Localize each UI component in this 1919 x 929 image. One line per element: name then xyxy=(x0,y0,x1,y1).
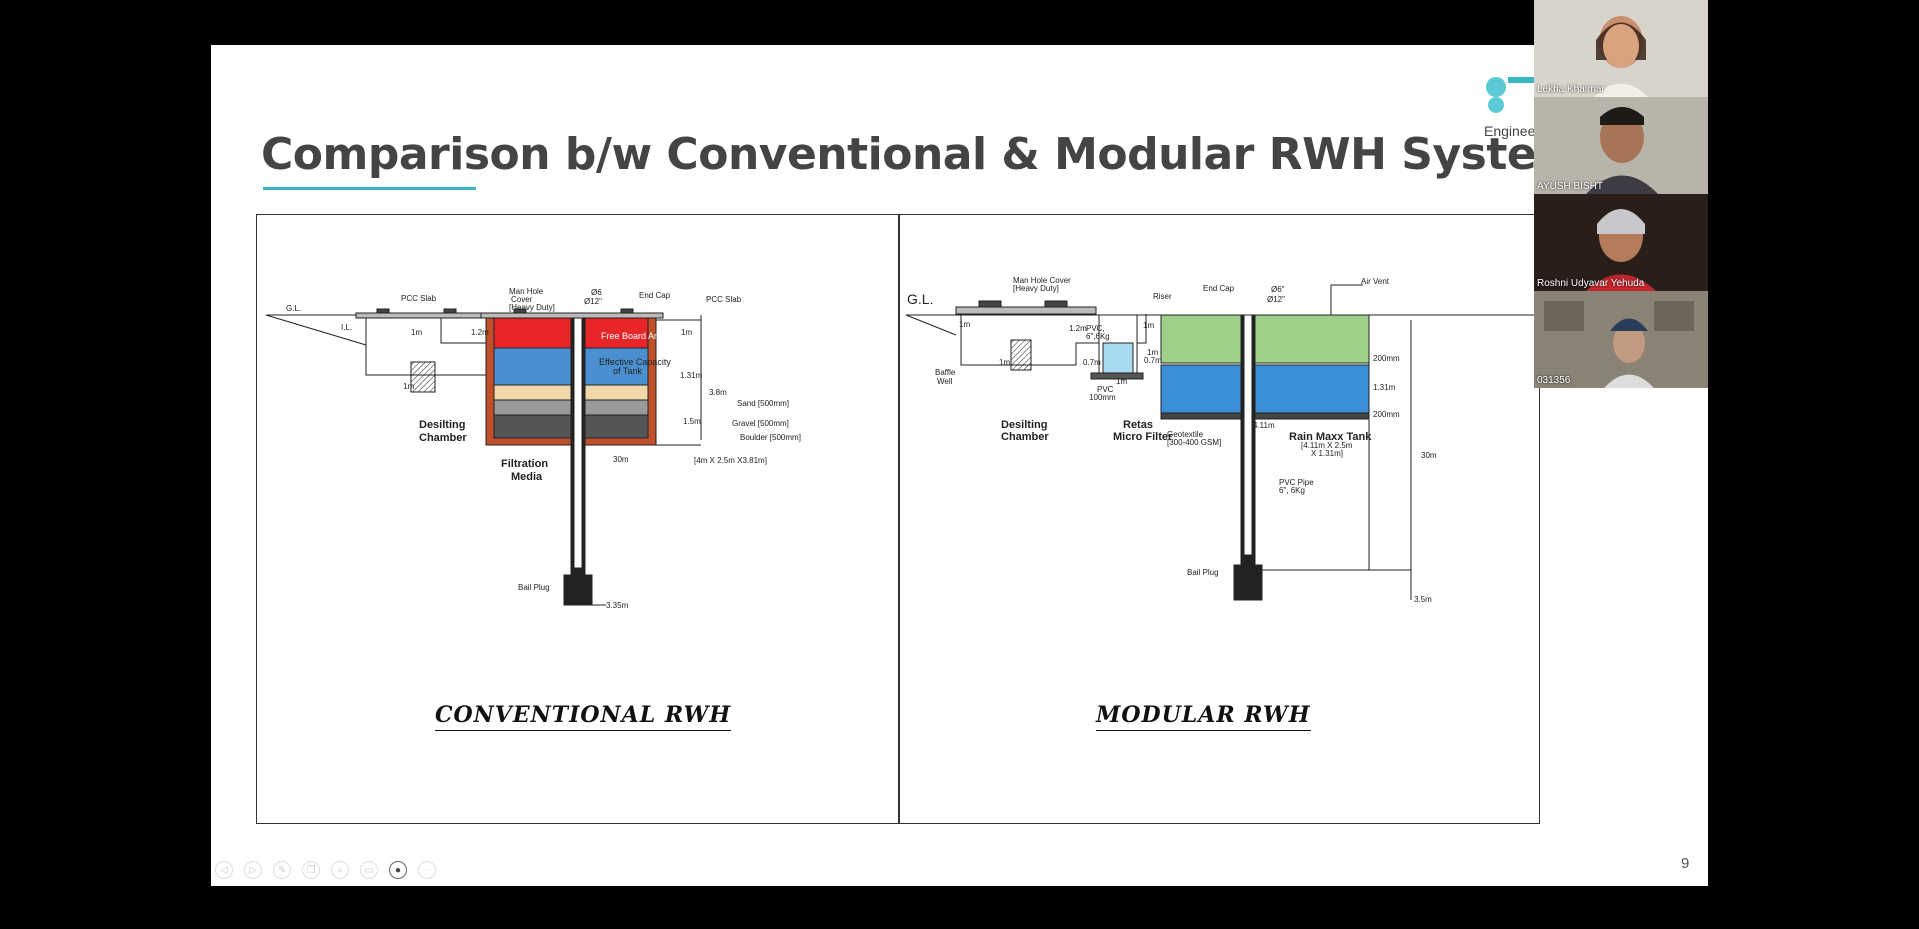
svg-text:Chamber: Chamber xyxy=(1001,431,1049,443)
svg-text:PCC Slab: PCC Slab xyxy=(401,294,437,303)
subtitle-icon[interactable]: ▭ xyxy=(360,861,378,879)
svg-text:Baffle: Baffle xyxy=(935,368,956,377)
svg-text:Media: Media xyxy=(511,471,543,483)
svg-text:1.31m: 1.31m xyxy=(680,371,703,380)
svg-text:Gravel [500mm]: Gravel [500mm] xyxy=(732,419,789,428)
title-underline xyxy=(263,187,476,190)
svg-text:1.31m: 1.31m xyxy=(1373,383,1396,392)
svg-text:Desilting: Desilting xyxy=(419,419,465,431)
svg-text:G.L.: G.L. xyxy=(286,304,301,313)
svg-text:PCC Slab: PCC Slab xyxy=(706,295,742,304)
panel-divider xyxy=(898,214,900,824)
svg-text:1m: 1m xyxy=(999,358,1010,367)
svg-text:1m: 1m xyxy=(959,320,970,329)
svg-text:1m: 1m xyxy=(1143,321,1154,330)
svg-text:0.7m: 0.7m xyxy=(1144,356,1162,365)
svg-text:Chamber: Chamber xyxy=(419,432,467,444)
prev-icon[interactable]: ◁ xyxy=(215,861,233,879)
svg-text:Free Board Area: Free Board Area xyxy=(601,331,667,341)
camera-icon[interactable]: ● xyxy=(389,861,407,879)
svg-text:Ø6": Ø6" xyxy=(1271,285,1285,294)
participant-avatar xyxy=(1594,16,1648,97)
zoom-icon[interactable]: ⌕ xyxy=(331,861,349,879)
participant-tile[interactable]: AYUSH BISHT xyxy=(1534,97,1708,194)
svg-text:200mm: 200mm xyxy=(1373,354,1400,363)
svg-text:100mm: 100mm xyxy=(1089,393,1116,402)
svg-text:Rain Maxx Tank: Rain Maxx Tank xyxy=(1289,431,1372,443)
svg-text:3.35m: 3.35m xyxy=(606,601,629,610)
conventional-diagram: G.L. I.L. PCC Slab Man Hole Cover [Heavy… xyxy=(265,287,801,610)
svg-text:I.L.: I.L. xyxy=(341,323,352,332)
svg-text:Well: Well xyxy=(937,377,953,386)
svg-text:[300-400 GSM]: [300-400 GSM] xyxy=(1167,438,1221,447)
svg-text:Ø6: Ø6 xyxy=(591,288,602,297)
svg-text:1m: 1m xyxy=(403,382,414,391)
participant-tile[interactable]: Lekha Khairnar xyxy=(1534,0,1708,97)
svg-text:30m: 30m xyxy=(613,455,629,464)
conventional-caption: CONVENTIONAL RWH xyxy=(435,702,732,731)
svg-text:0.7m: 0.7m xyxy=(1083,358,1101,367)
svg-text:Ø12": Ø12" xyxy=(584,297,602,306)
svg-text:End Cap: End Cap xyxy=(1203,284,1235,293)
participant-tile[interactable]: 031356 xyxy=(1534,291,1708,388)
svg-text:[4m X 2.5m X3.81m]: [4m X 2.5m X3.81m] xyxy=(694,456,767,465)
pen-icon[interactable]: ✎ xyxy=(273,861,291,879)
svg-text:1m: 1m xyxy=(681,328,692,337)
svg-text:[Heavy Duty]: [Heavy Duty] xyxy=(509,303,555,312)
more-icon[interactable]: ⋯ xyxy=(418,861,436,879)
participant-avatar xyxy=(1586,209,1656,291)
modular-caption: MODULAR RWH xyxy=(1096,702,1311,731)
svg-text:4.11m: 4.11m xyxy=(1253,421,1275,430)
svg-text:1.5m: 1.5m xyxy=(683,417,701,426)
participant-avatar xyxy=(1544,301,1694,388)
svg-text:Filtration: Filtration xyxy=(501,458,548,470)
svg-text:200mm: 200mm xyxy=(1373,410,1400,419)
svg-text:3.5m: 3.5m xyxy=(1414,595,1432,604)
svg-text:Micro Filter: Micro Filter xyxy=(1113,431,1173,443)
modular-diagram: G.L. Man Hole Cover [Heavy Duty] Riser E… xyxy=(905,276,1536,604)
svg-text:3.8m: 3.8m xyxy=(709,388,727,397)
slideshow-toolbar: ◁ ▷ ✎ ❐ ⌕ ▭ ● ⋯ xyxy=(215,861,436,879)
participant-name: AYUSH BISHT xyxy=(1537,181,1603,192)
presentation-slide: Comparison b/w Conventional & Modular RW… xyxy=(211,45,1708,886)
svg-text:1m: 1m xyxy=(1116,377,1127,386)
svg-text:Desilting: Desilting xyxy=(1001,419,1047,431)
svg-text:1.2m: 1.2m xyxy=(1069,324,1087,333)
copy-icon[interactable]: ❐ xyxy=(302,861,320,879)
page-number: 9 xyxy=(1681,855,1690,872)
slide-title: Comparison b/w Conventional & Modular RW… xyxy=(261,129,1582,180)
svg-text:Air Vent: Air Vent xyxy=(1361,277,1390,286)
next-icon[interactable]: ▷ xyxy=(244,861,262,879)
logo-text: Enginee xyxy=(1484,123,1536,139)
participant-panel: Lekha Khairnar AYUSH BISHT Roshni Udyava… xyxy=(1534,0,1708,390)
svg-text:Bail Plug: Bail Plug xyxy=(518,583,550,592)
svg-text:Riser: Riser xyxy=(1153,292,1172,301)
svg-text:Bail Plug: Bail Plug xyxy=(1187,568,1219,577)
svg-text:6",6Kg: 6",6Kg xyxy=(1086,332,1110,341)
svg-text:End Cap: End Cap xyxy=(639,291,671,300)
svg-text:of Tank: of Tank xyxy=(613,366,642,376)
svg-text:[Heavy Duty]: [Heavy Duty] xyxy=(1013,284,1059,293)
svg-text:6", 6Kg: 6", 6Kg xyxy=(1279,486,1305,495)
svg-text:X 1.31m]: X 1.31m] xyxy=(1311,449,1343,458)
participant-name: 031356 xyxy=(1537,375,1571,386)
svg-text:30m: 30m xyxy=(1421,451,1437,460)
svg-text:G.L.: G.L. xyxy=(907,291,933,307)
participant-tile[interactable]: Roshni Udyavar Yehuda xyxy=(1534,194,1708,291)
svg-text:Retas: Retas xyxy=(1123,419,1153,431)
svg-text:1.2m: 1.2m xyxy=(471,328,489,337)
svg-text:Ø12": Ø12" xyxy=(1267,295,1285,304)
svg-text:Sand [500mm]: Sand [500mm] xyxy=(737,399,789,408)
svg-text:Boulder [500mm]: Boulder [500mm] xyxy=(740,433,801,442)
participant-name: Roshni Udyavar Yehuda xyxy=(1537,278,1645,289)
participant-name: Lekha Khairnar xyxy=(1537,84,1605,95)
participant-avatar xyxy=(1586,107,1658,194)
svg-text:1m: 1m xyxy=(411,328,422,337)
